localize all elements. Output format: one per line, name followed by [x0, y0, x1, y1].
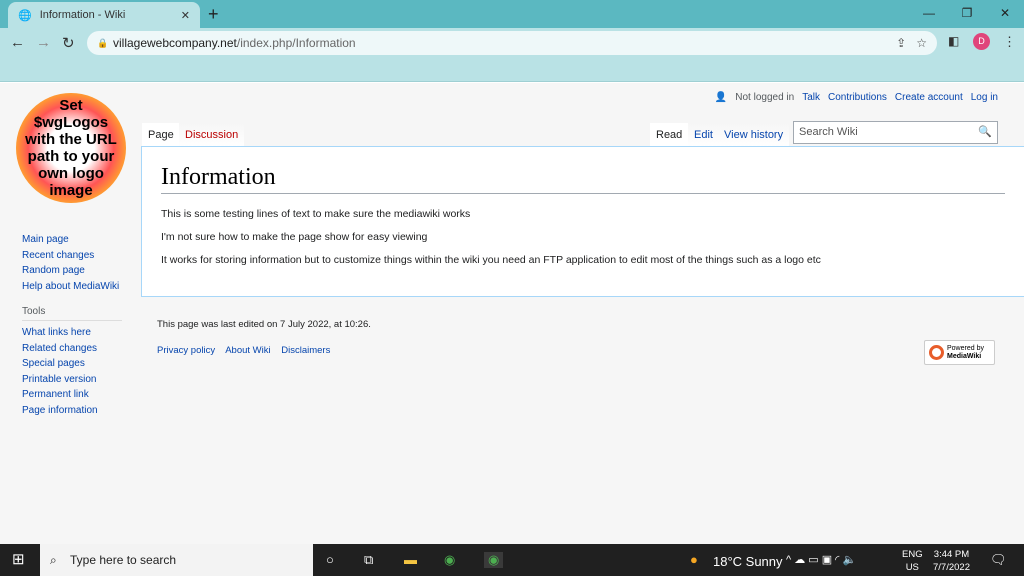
sidebar-item-printable-version[interactable]: Printable version: [22, 372, 122, 388]
tab-view-history[interactable]: View history: [718, 123, 790, 147]
personal-tools: 👤 Not logged in Talk Contributions Creat…: [715, 92, 998, 103]
tools-heading: Tools: [22, 306, 122, 321]
task-view-icon[interactable]: ⧉: [364, 552, 373, 568]
sidebar-item-related-changes[interactable]: Related changes: [22, 341, 122, 357]
tray-icons[interactable]: ^ ☁ ▭ ▣ ◜ 🔈: [786, 553, 856, 566]
notification-icon[interactable]: 🗨: [990, 552, 1007, 568]
share-icon[interactable]: ⇪: [896, 36, 906, 50]
clock[interactable]: 3:44 PM 7/7/2022: [933, 548, 970, 574]
language-indicator[interactable]: ENG US: [902, 548, 923, 574]
page-title: Information: [161, 164, 1005, 194]
powered-line1: Powered by: [947, 345, 984, 352]
tab-page[interactable]: Page: [142, 123, 180, 147]
url-domain: villagewebcompany.net: [113, 36, 237, 50]
about-link[interactable]: About Wiki: [225, 345, 270, 356]
paragraph: This is some testing lines of text to ma…: [161, 208, 471, 220]
tab-discussion[interactable]: Discussion: [179, 123, 245, 147]
minimize-button[interactable]: —: [910, 0, 948, 26]
sidebar-navigation: Main page Recent changes Random page Hel…: [22, 232, 119, 294]
globe-icon: 🌐: [18, 9, 32, 22]
sidebar-tools: Tools What links here Related changes Sp…: [22, 306, 122, 418]
tab-read[interactable]: Read: [650, 123, 689, 147]
weather-text[interactable]: 18°C Sunny: [713, 554, 783, 569]
talk-link[interactable]: Talk: [802, 92, 820, 103]
sidebar-item-what-links-here[interactable]: What links here: [22, 325, 122, 341]
site-logo[interactable]: Set $wgLogos with the URL path to your own l…: [16, 93, 126, 203]
mediawiki-icon: [929, 345, 944, 360]
sidebar-item-page-information[interactable]: Page information: [22, 403, 122, 419]
tab-bar: 🌐 Information - Wiki ✕ + — ❐ ✕: [0, 0, 1024, 28]
footer-links: Privacy policy About Wiki Disclaimers: [157, 345, 338, 356]
chrome-icon[interactable]: ◉: [444, 552, 455, 568]
forward-icon[interactable]: →: [36, 34, 51, 51]
sidebar-item-random-page[interactable]: Random page: [22, 263, 119, 279]
search-icon: ⌕: [50, 553, 57, 567]
powered-by-mediawiki-badge[interactable]: Powered by MediaWiki: [924, 340, 995, 365]
sidebar-item-permanent-link[interactable]: Permanent link: [22, 387, 122, 403]
windows-start-icon[interactable]: ⊞: [12, 550, 25, 568]
create-account-link[interactable]: Create account: [895, 92, 963, 103]
wiki-page: Set $wgLogos with the URL path to your own l…: [0, 83, 1024, 544]
login-status: Not logged in: [735, 92, 795, 103]
menu-icon[interactable]: ⋮: [1003, 34, 1016, 50]
tab-title: Information - Wiki: [39, 9, 126, 21]
side-panel-icon[interactable]: ◧: [948, 34, 959, 48]
back-icon[interactable]: ←: [10, 34, 25, 51]
user-icon: 👤: [714, 92, 728, 103]
browser-tab[interactable]: 🌐 Information - Wiki ✕: [8, 2, 200, 28]
sidebar-item-help[interactable]: Help about MediaWiki: [22, 279, 119, 295]
search-icon[interactable]: 🔍: [978, 122, 992, 143]
browser-toolbar: ← → ↻ 🔒 villagewebcompany.net/index.php/…: [0, 28, 1024, 82]
cortana-icon[interactable]: ○: [326, 552, 334, 567]
privacy-policy-link[interactable]: Privacy policy: [157, 345, 215, 356]
restore-button[interactable]: ❐: [948, 0, 986, 26]
sidebar-item-special-pages[interactable]: Special pages: [22, 356, 122, 372]
close-tab-icon[interactable]: ✕: [181, 9, 190, 22]
contributions-link[interactable]: Contributions: [828, 92, 887, 103]
search-input[interactable]: Search Wiki 🔍: [793, 121, 998, 144]
taskbar-search[interactable]: ⌕ Type here to search: [40, 544, 313, 576]
login-link[interactable]: Log in: [971, 92, 998, 103]
taskbar: ⊞ ⌕ Type here to search ○ ⧉ ▬ ◉ ◉ ● 18°C …: [0, 544, 1024, 576]
paragraph: It works for storing information but to …: [161, 254, 821, 266]
address-bar[interactable]: 🔒 villagewebcompany.net/index.php/Inform…: [87, 31, 937, 55]
lock-icon: 🔒: [97, 38, 109, 48]
search-placeholder: Search Wiki: [799, 126, 858, 138]
paragraph: I'm not sure how to make the page show f…: [161, 231, 428, 243]
close-window-button[interactable]: ✕: [986, 0, 1024, 26]
reload-icon[interactable]: ↻: [62, 34, 75, 52]
weather-icon: ●: [690, 552, 698, 567]
taskbar-search-placeholder: Type here to search: [70, 553, 177, 567]
file-explorer-icon[interactable]: ▬: [404, 552, 417, 567]
chrome-active-icon[interactable]: ◉: [484, 552, 504, 568]
bookmark-star-icon[interactable]: ☆: [916, 36, 927, 50]
powered-line2: MediaWiki: [947, 353, 982, 360]
new-tab-button[interactable]: +: [208, 4, 219, 25]
disclaimers-link[interactable]: Disclaimers: [281, 345, 330, 356]
sidebar-item-main-page[interactable]: Main page: [22, 232, 119, 248]
tab-edit[interactable]: Edit: [688, 123, 719, 147]
avatar[interactable]: D: [973, 33, 990, 50]
article-content: Information This is some testing lines o…: [141, 146, 1024, 297]
last-edited: This page was last edited on 7 July 2022…: [157, 319, 371, 330]
url-path: /index.php/Information: [236, 36, 356, 50]
sidebar-item-recent-changes[interactable]: Recent changes: [22, 248, 119, 264]
